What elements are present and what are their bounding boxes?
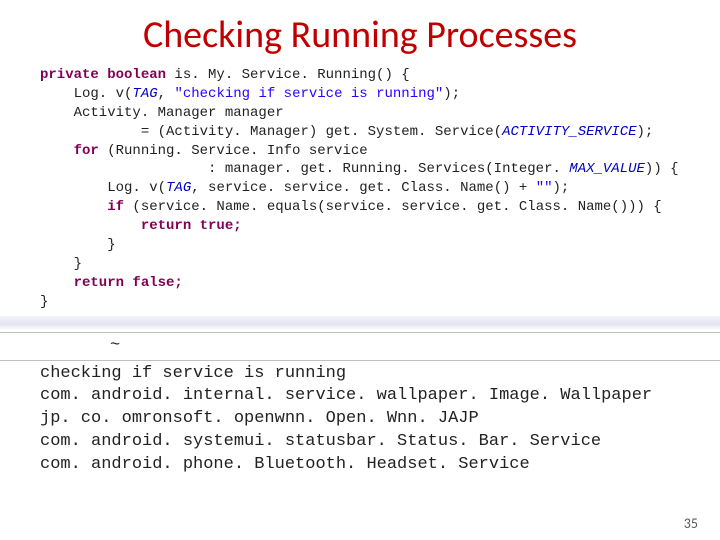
code-t: );	[443, 86, 460, 102]
code-str: "checking if service is running"	[174, 86, 443, 102]
code-kw: return true;	[40, 218, 242, 234]
code-t: (Running. Service. Info service	[107, 143, 367, 159]
code-t: (service. Name. equals(service. service.…	[132, 199, 661, 215]
separator-bar	[0, 316, 720, 330]
separator-line	[0, 332, 720, 333]
code-kw: return false;	[40, 275, 183, 291]
separator-line	[0, 360, 720, 361]
code-str: ""	[536, 180, 553, 196]
code-t: );	[553, 180, 570, 196]
output-line: jp. co. omronsoft. openwnn. Open. Wnn. J…	[40, 409, 479, 428]
output-line: com. android. phone. Bluetooth. Headset.…	[40, 455, 530, 474]
code-t: Log. v(	[40, 180, 166, 196]
code-field: MAX_VALUE	[569, 161, 645, 177]
code-field: TAG	[132, 86, 157, 102]
code-block: private boolean is. My. Service. Running…	[0, 66, 720, 312]
output-line: com. android. systemui. statusbar. Statu…	[40, 432, 601, 451]
output-line: com. android. internal. service. wallpap…	[40, 386, 652, 405]
tilde-mark: ~	[0, 335, 720, 358]
code-t: Activity. Manager manager	[40, 105, 284, 121]
page-number: 35	[684, 515, 698, 532]
code-t: = (Activity. Manager) get. System. Servi…	[40, 124, 502, 140]
code-t: : manager. get. Running. Services(Intege…	[40, 161, 569, 177]
code-t: Log. v(	[40, 86, 132, 102]
output-block: checking if service is running com. andr…	[0, 363, 720, 478]
code-field: TAG	[166, 180, 191, 196]
code-t: }	[40, 237, 116, 253]
code-kw: for	[40, 143, 107, 159]
code-t: );	[637, 124, 654, 140]
code-kw: private boolean	[40, 67, 174, 83]
code-t: )) {	[645, 161, 679, 177]
slide-title: Checking Running Processes	[0, 0, 720, 66]
code-t: ,	[158, 86, 175, 102]
code-t: is. My. Service. Running() {	[174, 67, 409, 83]
code-t: }	[40, 294, 48, 310]
code-t: }	[40, 256, 82, 272]
output-line: checking if service is running	[40, 364, 346, 383]
code-field: ACTIVITY_SERVICE	[502, 124, 636, 140]
code-t: , service. service. get. Class. Name() +	[191, 180, 535, 196]
code-kw: if	[40, 199, 132, 215]
